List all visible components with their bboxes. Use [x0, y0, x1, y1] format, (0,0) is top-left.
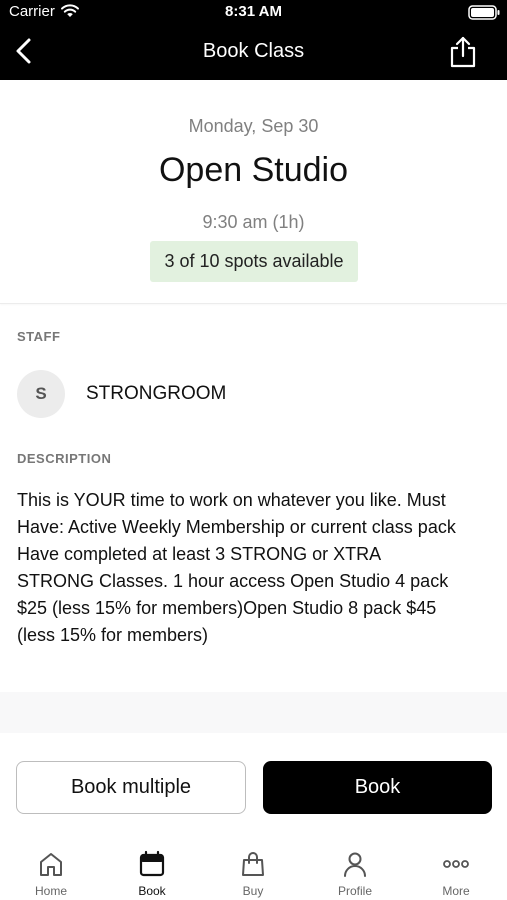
description-section-label: DESCRIPTION [17, 451, 112, 466]
class-name: Open Studio [158, 151, 349, 189]
more-dots-icon [443, 860, 469, 868]
section-divider [0, 692, 507, 733]
tab-more-label: More [442, 884, 470, 898]
page-title: Book Class [202, 40, 305, 62]
home-icon [40, 853, 62, 876]
tab-bar: Home Book Buy Profile More [0, 836, 507, 900]
staff-avatar: S [17, 370, 65, 418]
class-date: Monday, Sep 30 [188, 116, 319, 136]
availability-badge: 3 of 10 spots available [150, 241, 358, 282]
tab-profile-label: Profile [337, 884, 372, 898]
class-time: 9:30 am (1h) [202, 212, 305, 232]
shopping-bag-icon [242, 852, 264, 876]
book-button[interactable]: Book [263, 761, 492, 814]
status-bar: Carrier 8:31 AM [0, 0, 507, 26]
top-bar: Carrier 8:31 AM Book Class [0, 0, 507, 80]
calendar-icon [139, 850, 165, 877]
tab-more[interactable]: More [416, 836, 496, 900]
book-class-screen: Carrier 8:31 AM Book Class Monday, Sep 3… [0, 0, 507, 900]
battery-icon [468, 5, 500, 20]
tab-book[interactable]: Book [112, 836, 192, 900]
tab-buy-label: Buy [242, 884, 264, 898]
class-description: This is YOUR time to work on whatever yo… [17, 490, 456, 645]
class-header: Monday, Sep 30 Open Studio 9:30 am (1h) … [0, 80, 507, 304]
person-icon [344, 852, 366, 877]
book-multiple-button[interactable]: Book multiple [16, 761, 246, 814]
status-time: 8:31 AM [225, 3, 282, 20]
tab-book-label: Book [138, 884, 166, 898]
share-icon[interactable] [449, 36, 477, 68]
staff-name: STRONGROOM [86, 383, 227, 404]
tab-buy[interactable]: Buy [213, 836, 293, 900]
tab-home[interactable]: Home [11, 836, 91, 900]
tab-profile[interactable]: Profile [315, 836, 395, 900]
staff-section-label: STAFF [17, 329, 61, 344]
tab-home-label: Home [34, 884, 67, 898]
